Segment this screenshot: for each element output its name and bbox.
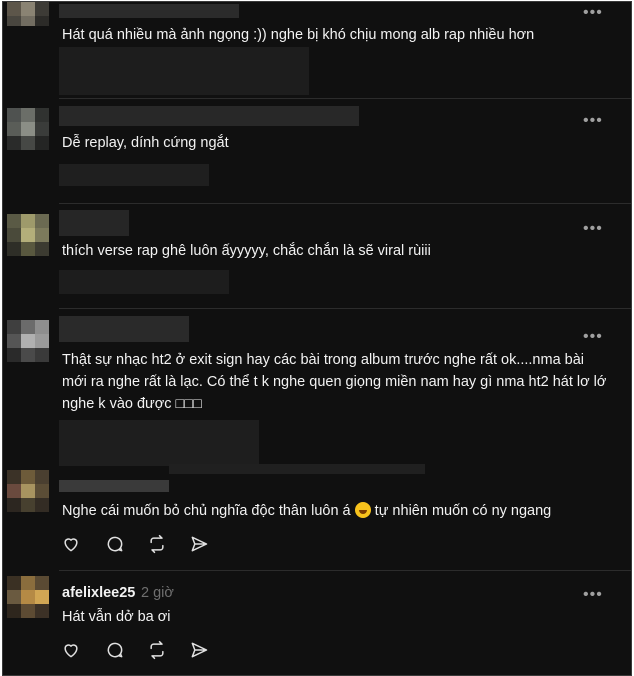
- blurred-actions: [59, 420, 259, 466]
- like-button[interactable]: [61, 640, 83, 662]
- comment-text: Hát quá nhiều mà ảnh ngọng :)) nghe bị k…: [62, 27, 535, 43]
- comment-item: ••• Dễ replay, dính cứng ngắt: [3, 106, 631, 206]
- blurred-actions: [59, 164, 209, 186]
- repost-icon: [150, 534, 164, 554]
- comment-item: afelixlee25 2 giờ ••• Hát vẫn dở ba ơi: [3, 576, 631, 675]
- more-options-button[interactable]: •••: [583, 221, 605, 237]
- comment-text: Hát vẫn dở ba ơi: [62, 609, 171, 625]
- avatar[interactable]: [7, 108, 49, 150]
- comment-text: Thật sự nhạc ht2 ở exit sign hay các bài…: [62, 352, 607, 412]
- comment-text: thích verse rap ghê luôn ấyyyyy, chắc ch…: [62, 243, 431, 259]
- blurred-username: [59, 210, 129, 236]
- comments-panel: ••• Hát quá nhiều mà ảnh ngọng :)) nghe …: [2, 1, 632, 676]
- comment-item: ••• thích verse rap ghê luôn ấyyyyy, chắ…: [3, 210, 631, 310]
- blurred-username: [59, 480, 169, 492]
- blurred-actions: [59, 270, 229, 294]
- more-options-button[interactable]: •••: [583, 113, 605, 129]
- comment-text: Nghe cái muốn bỏ chủ nghĩa độc thân luôn…: [62, 502, 552, 519]
- avatar[interactable]: [7, 2, 49, 26]
- divider: [59, 308, 631, 309]
- more-options-button[interactable]: •••: [583, 329, 605, 345]
- comment-icon: [107, 536, 123, 552]
- emoji-placeholder: □□□: [175, 396, 202, 412]
- timestamp: 2 giờ: [141, 585, 174, 601]
- divider: [59, 570, 631, 571]
- avatar[interactable]: [7, 470, 49, 512]
- more-options-button[interactable]: •••: [583, 5, 605, 21]
- blurred-header: [169, 464, 425, 474]
- heart-icon: [64, 538, 78, 552]
- avatar[interactable]: [7, 320, 49, 362]
- divider: [59, 98, 631, 99]
- comment-item: ••• Hát quá nhiều mà ảnh ngọng :)) nghe …: [3, 2, 631, 102]
- repost-button[interactable]: [147, 534, 169, 556]
- like-button[interactable]: [61, 534, 83, 556]
- reply-button[interactable]: [105, 534, 127, 556]
- rolling-laughing-emoji: [354, 502, 371, 518]
- avatar[interactable]: [7, 214, 49, 256]
- repost-icon: [150, 640, 164, 660]
- comment-text: Dễ replay, dính cứng ngắt: [62, 135, 229, 151]
- share-button[interactable]: [189, 534, 211, 556]
- avatar[interactable]: [7, 576, 49, 618]
- share-icon: [191, 642, 208, 658]
- blurred-username: [59, 106, 359, 126]
- repost-button[interactable]: [147, 640, 169, 662]
- share-icon: [191, 536, 208, 552]
- heart-icon: [64, 644, 78, 658]
- blurred-username: [59, 316, 189, 342]
- username[interactable]: afelixlee25: [62, 585, 135, 601]
- comment-item: Nghe cái muốn bỏ chủ nghĩa độc thân luôn…: [3, 464, 631, 572]
- reply-button[interactable]: [105, 640, 127, 662]
- comment-item: ••• Thật sự nhạc ht2 ở exit sign hay các…: [3, 314, 631, 466]
- share-button[interactable]: [189, 640, 211, 662]
- more-options-button[interactable]: •••: [583, 587, 605, 603]
- blurred-actions: [59, 47, 309, 95]
- comment-icon: [107, 642, 123, 658]
- blurred-username: [59, 4, 239, 18]
- divider: [59, 203, 631, 204]
